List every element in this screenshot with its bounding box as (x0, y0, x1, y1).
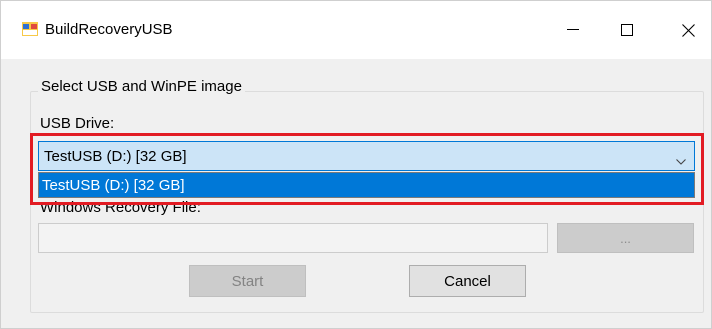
close-button[interactable] (665, 15, 711, 45)
title-bar[interactable]: BuildRecoveryUSB (1, 1, 711, 59)
recovery-file-path-field[interactable] (38, 223, 548, 253)
browse-button[interactable]: ... (557, 223, 694, 253)
minimize-icon (567, 29, 579, 30)
start-button[interactable]: Start (189, 265, 306, 297)
maximize-icon (621, 24, 633, 36)
annotation-highlight-box (30, 133, 704, 205)
cancel-button[interactable]: Cancel (409, 265, 526, 297)
maximize-button[interactable] (604, 15, 650, 45)
close-icon (681, 23, 695, 37)
groupbox-legend: Select USB and WinPE image (38, 78, 245, 95)
usb-drive-label: USB Drive: (40, 115, 115, 132)
window-title: BuildRecoveryUSB (45, 21, 173, 38)
minimize-button[interactable] (550, 15, 596, 45)
app-window-icon (22, 22, 38, 36)
